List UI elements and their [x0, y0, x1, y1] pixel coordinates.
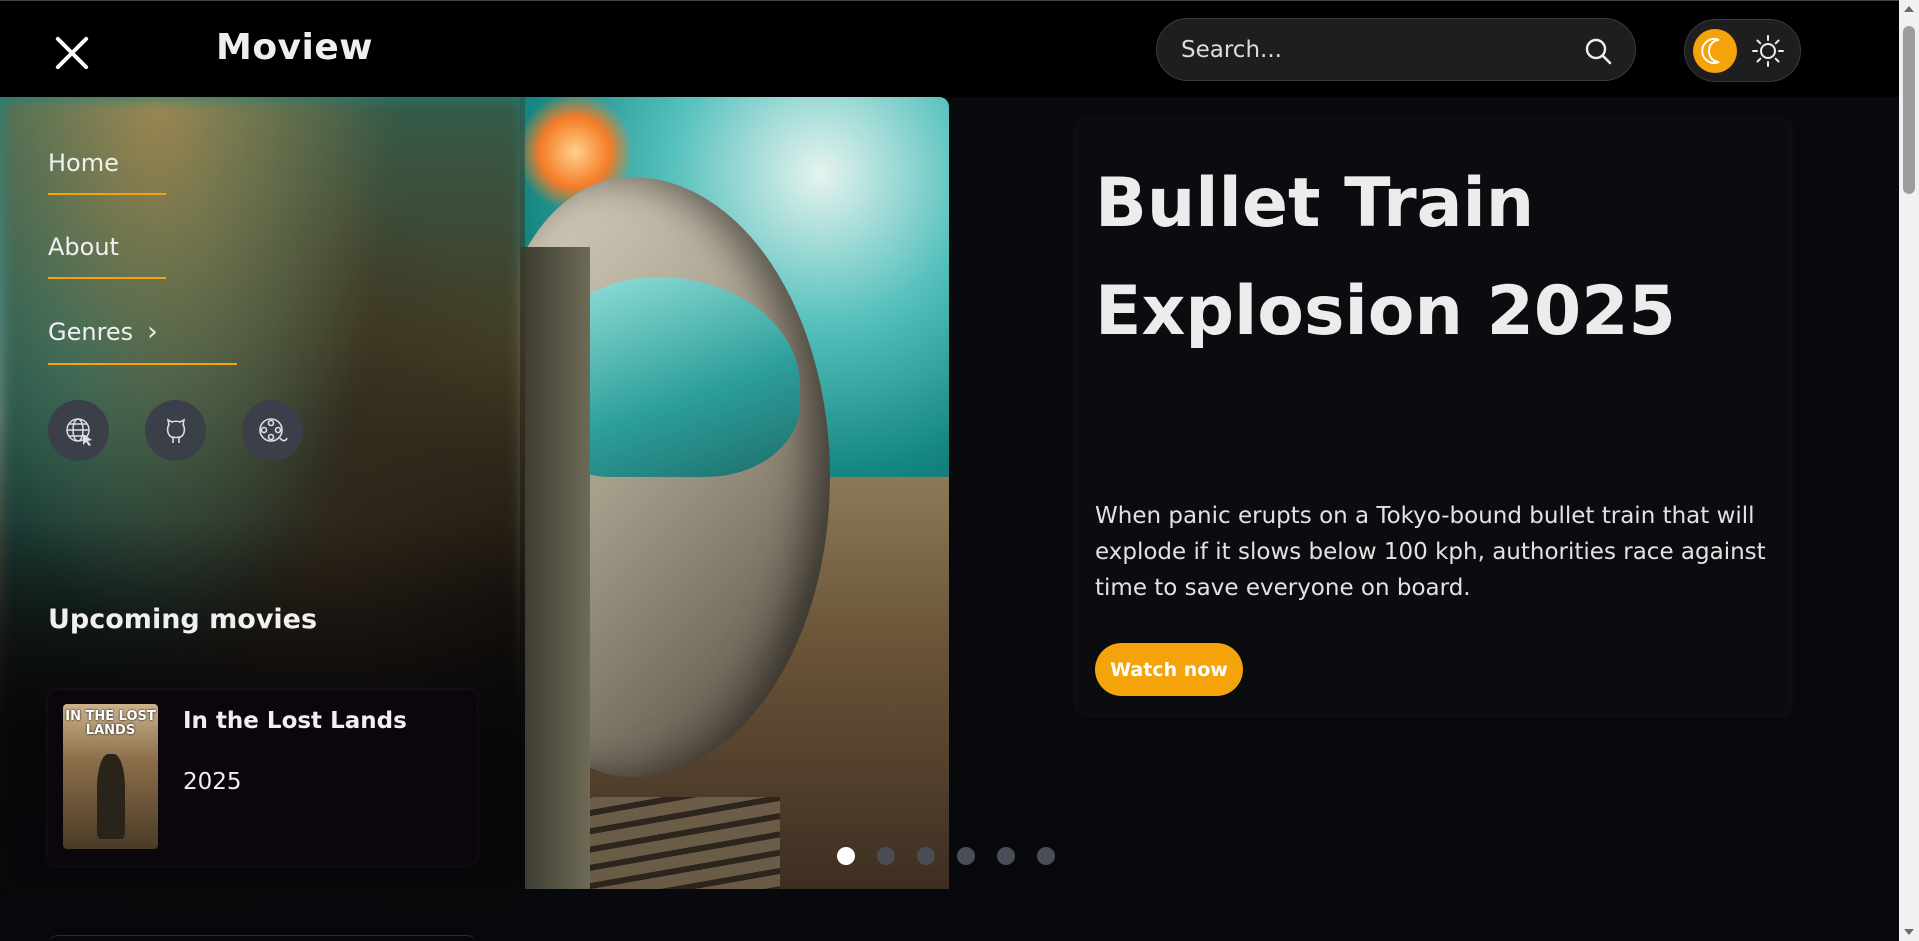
- carousel-dot[interactable]: [957, 847, 975, 865]
- nav-home[interactable]: Home: [48, 149, 166, 195]
- scroll-up-icon[interactable]: [1904, 6, 1914, 12]
- sidebar-menu: Home About Genres › Upcoming movies IN TH…: [0, 97, 525, 941]
- hero-description: When panic erupts on a Tokyo-bound bulle…: [1095, 503, 1766, 601]
- hero-info-card: Bullet Train Explosion 2025 When panic e…: [1077, 120, 1790, 714]
- top-bar: Moview: [0, 0, 1899, 97]
- carousel-dot[interactable]: [917, 847, 935, 865]
- poster-title-text: IN THE LOST LANDS: [65, 709, 156, 738]
- hero-title: Bullet Train Explosion 2025: [1095, 164, 1676, 351]
- upcoming-movie-title: In the Lost Lands: [183, 708, 407, 734]
- upcoming-movie-year: 2025: [183, 769, 242, 795]
- search-bar: [1156, 18, 1636, 81]
- nav-about[interactable]: About: [48, 233, 166, 279]
- upcoming-movies-heading: Upcoming movies: [48, 604, 318, 635]
- nav-genres-label: Genres: [48, 318, 134, 346]
- page-scrollbar[interactable]: [1899, 0, 1919, 941]
- github-icon[interactable]: [145, 400, 206, 461]
- carousel-dot[interactable]: [837, 847, 855, 865]
- globe-cursor-icon[interactable]: [48, 400, 109, 461]
- nav-genres[interactable]: Genres ›: [48, 317, 237, 365]
- theme-toggle[interactable]: [1684, 19, 1801, 82]
- carousel-dots: [837, 847, 1055, 865]
- search-input[interactable]: [1181, 33, 1571, 67]
- sun-icon[interactable]: [1751, 34, 1785, 68]
- film-reel-icon[interactable]: [242, 400, 303, 461]
- watch-now-button[interactable]: Watch now: [1095, 643, 1243, 696]
- carousel-dot[interactable]: [877, 847, 895, 865]
- movie-poster: IN THE LOST LANDS: [63, 704, 158, 849]
- upcoming-movie-card-partial: [48, 935, 477, 941]
- moon-icon[interactable]: [1693, 29, 1737, 73]
- scroll-down-icon[interactable]: [1904, 929, 1914, 935]
- upcoming-movie-card[interactable]: IN THE LOST LANDS In the Lost Lands 2025: [48, 690, 477, 865]
- search-icon[interactable]: [1583, 36, 1613, 66]
- close-menu-icon[interactable]: [50, 31, 94, 75]
- scroll-thumb[interactable]: [1903, 26, 1915, 194]
- site-logo[interactable]: Moview: [216, 27, 373, 68]
- carousel-dot[interactable]: [1037, 847, 1055, 865]
- carousel-dot[interactable]: [997, 847, 1015, 865]
- chevron-right-icon: ›: [147, 317, 158, 347]
